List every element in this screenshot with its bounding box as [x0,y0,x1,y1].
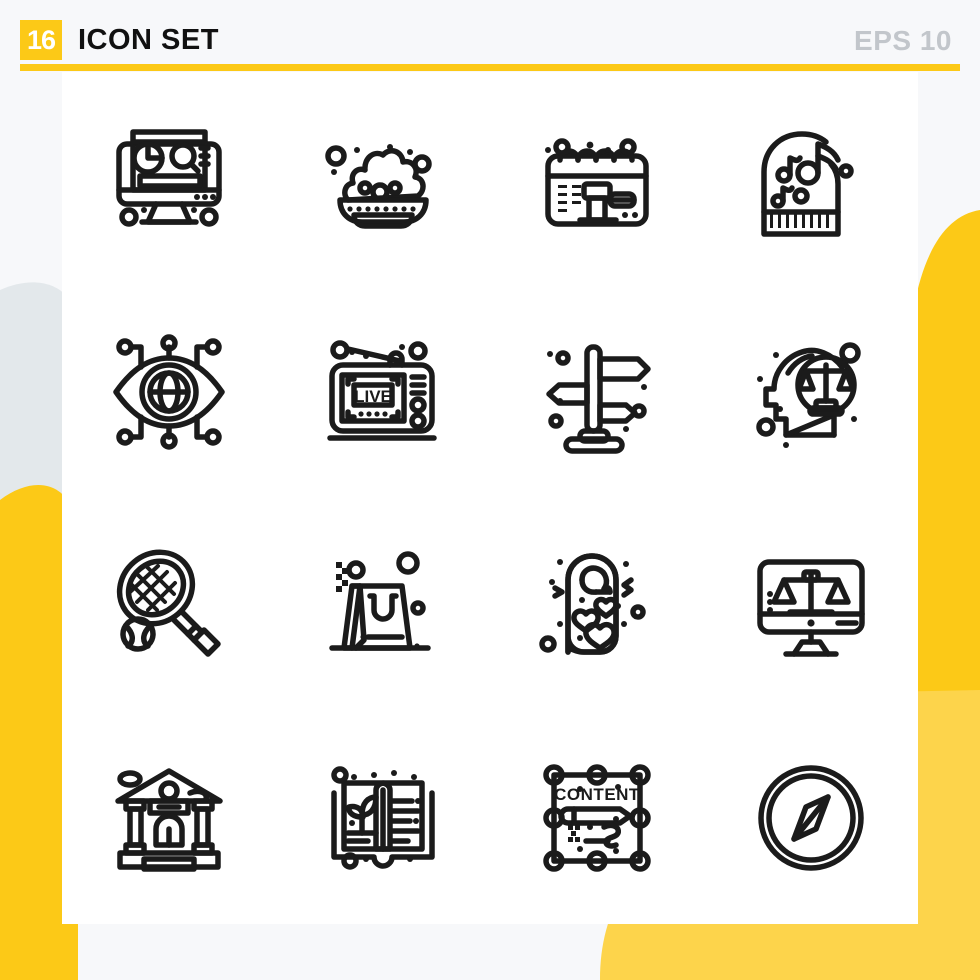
tennis-racket-icon [116,549,221,657]
global-vision-eye-icon [113,333,225,450]
courthouse-building-icon [115,767,223,872]
shopping-bag-icon [329,550,431,651]
icon-grid: LIVE CONTENT [62,72,918,924]
grand-piano-icon [761,130,854,237]
icon-card: LIVE CONTENT [62,72,918,924]
icon-cell-online-law-monitor[interactable] [704,498,918,711]
book-sprout-icon [331,765,435,870]
signpost-directions-icon [546,343,651,454]
icon-cell-legal-mind-head[interactable] [704,285,918,498]
icon-cell-court-date-calendar[interactable] [490,72,704,285]
icon-cell-global-vision-eye[interactable] [62,285,276,498]
icon-cell-content-editing[interactable]: CONTENT [490,711,704,924]
format-label: EPS 10 [854,25,952,56]
icon-count-badge: 16 [20,20,62,60]
foam-bowl-icon [325,143,432,229]
compass-icon [758,764,864,871]
icon-cell-live-television[interactable]: LIVE [276,285,490,498]
icon-cell-compass[interactable] [704,711,918,924]
header: 16 ICON SET EPS 10 [0,0,980,72]
icon-cell-courthouse-building[interactable] [62,711,276,924]
page-title: ICON SET [78,24,219,56]
icon-cell-seo-analytics-monitor[interactable] [62,72,276,285]
live-television-icon: LIVE [327,339,437,441]
legal-mind-head-icon [756,341,861,448]
door-hanger-hearts-icon [539,552,646,655]
content-frame-text: CONTENT [554,785,640,804]
icon-cell-signpost-directions[interactable] [490,285,704,498]
icon-cell-shopping-bag[interactable] [276,498,490,711]
seo-analytics-monitor-icon [116,128,222,227]
icon-cell-door-hanger-hearts[interactable] [490,498,704,711]
icon-cell-grand-piano[interactable] [704,72,918,285]
header-divider-rule [20,64,960,71]
online-law-monitor-icon [757,558,865,657]
icon-cell-tennis-racket[interactable] [62,498,276,711]
content-editing-icon: CONTENT [543,763,651,872]
icon-cell-book-sprout[interactable] [276,711,490,924]
court-date-calendar-icon [545,137,649,227]
tv-screen-live-text: LIVE [354,387,392,406]
icon-cell-foam-bowl[interactable] [276,72,490,285]
